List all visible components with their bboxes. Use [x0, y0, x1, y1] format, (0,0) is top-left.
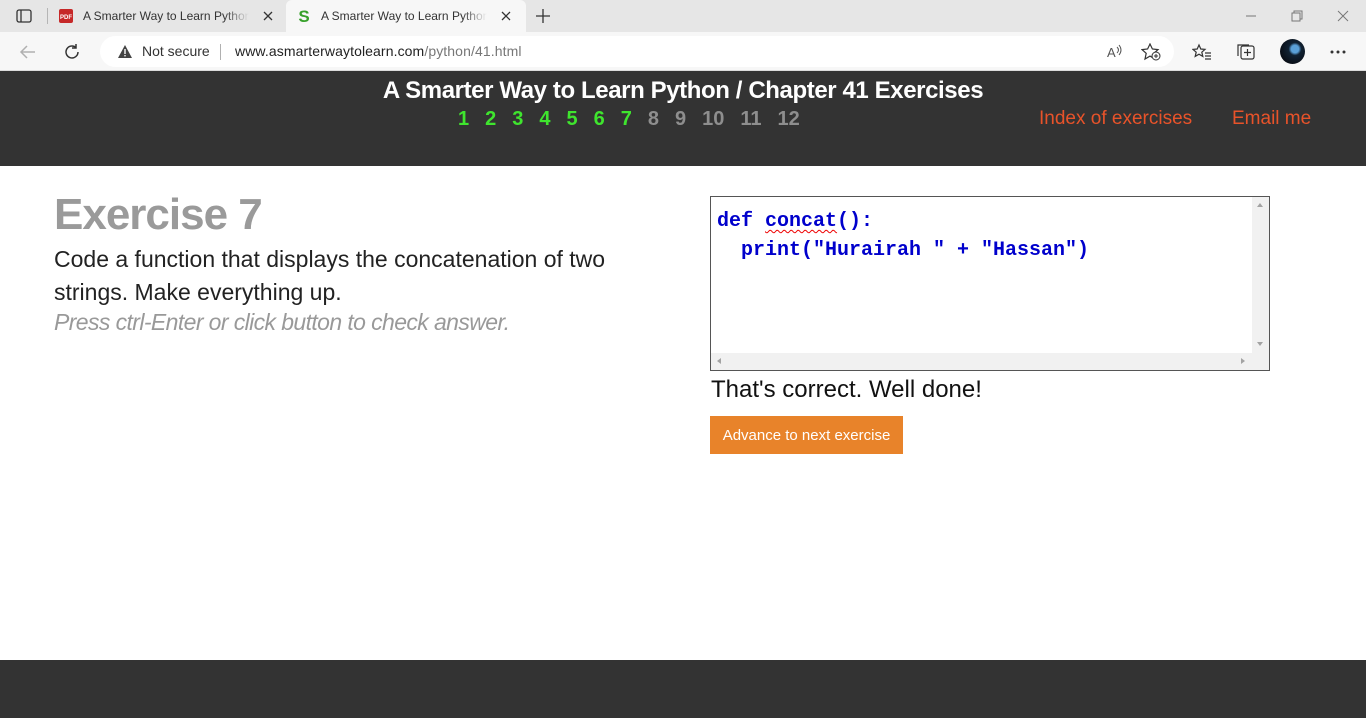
profile-avatar[interactable]	[1280, 39, 1305, 64]
exercise-link-11[interactable]: 11	[740, 108, 761, 131]
vertical-scrollbar[interactable]	[1252, 197, 1269, 354]
index-of-exercises-link[interactable]: Index of exercises	[1039, 108, 1192, 130]
exercise-link-10[interactable]: 10	[702, 108, 724, 131]
tab-separator	[47, 8, 48, 24]
exercise-link-3[interactable]: 3	[512, 108, 523, 131]
tab-actions-icon[interactable]	[10, 7, 38, 25]
result-message: That's correct. Well done!	[711, 376, 982, 403]
restore-icon[interactable]	[1274, 0, 1320, 32]
svg-text:PDF: PDF	[60, 15, 72, 21]
site-footer	[0, 660, 1366, 718]
scroll-down-icon[interactable]	[1257, 342, 1263, 346]
back-icon[interactable]	[16, 40, 40, 64]
browser-tab-bar: PDF A Smarter Way to Learn Python - S A …	[0, 0, 1366, 32]
code-text[interactable]: def concat(): print("Hurairah " + "Hassa…	[717, 207, 1089, 265]
exercise-number-nav: 1 2 3 4 5 6 7 8 9 10 11 12	[458, 108, 816, 131]
exercise-link-9[interactable]: 9	[675, 108, 686, 131]
add-favorite-icon[interactable]	[1140, 41, 1162, 63]
address-bar[interactable]: Not secure www.asmarterwaytolearn.com/py…	[100, 36, 1174, 67]
collections-icon[interactable]	[1234, 40, 1258, 64]
site-header: A Smarter Way to Learn Python / Chapter …	[0, 71, 1366, 166]
exercise-link-6[interactable]: 6	[594, 108, 605, 131]
s-logo-icon: S	[296, 8, 312, 24]
exercise-link-1[interactable]: 1	[458, 108, 469, 131]
code-signature: ():	[837, 210, 874, 233]
security-label[interactable]: Not secure	[142, 43, 210, 59]
url-text[interactable]: www.asmarterwaytolearn.com/python/41.htm…	[235, 43, 522, 59]
close-window-icon[interactable]	[1320, 0, 1366, 32]
warning-icon[interactable]	[117, 44, 133, 64]
exercise-link-8[interactable]: 8	[648, 108, 659, 131]
advance-next-exercise-button[interactable]: Advance to next exercise	[710, 416, 903, 454]
more-options-icon[interactable]	[1326, 40, 1350, 64]
horizontal-scrollbar[interactable]	[711, 353, 1269, 370]
scroll-up-icon[interactable]	[1257, 203, 1263, 207]
close-tab-icon[interactable]	[261, 9, 275, 23]
url-path: /python/41.html	[424, 43, 522, 59]
svg-text:A: A	[1107, 45, 1116, 60]
new-tab-icon[interactable]	[534, 7, 552, 25]
code-keyword: def	[717, 210, 754, 233]
exercise-link-4[interactable]: 4	[539, 108, 550, 131]
exercise-link-2[interactable]: 2	[485, 108, 496, 131]
code-line-2: print("Hurairah " + "Hassan")	[717, 239, 1090, 262]
exercise-link-7[interactable]: 7	[621, 108, 632, 131]
code-editor[interactable]: def concat(): print("Hurairah " + "Hassa…	[710, 196, 1270, 371]
refresh-icon[interactable]	[60, 40, 84, 64]
favorites-icon[interactable]	[1190, 40, 1214, 64]
url-domain: www.asmarterwaytolearn.com	[235, 43, 425, 59]
minimize-icon[interactable]	[1228, 0, 1274, 32]
browser-tab-2-active[interactable]: S A Smarter Way to Learn Python -	[286, 0, 526, 32]
close-tab-icon[interactable]	[499, 9, 513, 23]
site-title: A Smarter Way to Learn Python / Chapter …	[382, 77, 984, 104]
exercise-instructions: Code a function that displays the concat…	[54, 246, 606, 305]
exercise-link-5[interactable]: 5	[567, 108, 578, 131]
browser-tab-1[interactable]: PDF A Smarter Way to Learn Python -	[56, 0, 284, 32]
scroll-left-icon[interactable]	[717, 358, 721, 364]
exercise-link-12[interactable]: 12	[778, 108, 800, 131]
pdf-icon: PDF	[58, 8, 74, 24]
read-aloud-icon[interactable]: A	[1104, 41, 1126, 63]
tab-title: A Smarter Way to Learn Python -	[83, 9, 249, 23]
svg-text:S: S	[298, 8, 309, 24]
code-function-name: concat	[765, 210, 838, 233]
browser-toolbar: Not secure www.asmarterwaytolearn.com/py…	[0, 32, 1366, 71]
exercise-title: Exercise 7	[54, 190, 263, 239]
exercise-hint: Press ctrl-Enter or click button to chec…	[54, 309, 510, 335]
scroll-right-icon[interactable]	[1241, 358, 1245, 364]
tab-title: A Smarter Way to Learn Python -	[321, 9, 487, 23]
email-me-link[interactable]: Email me	[1232, 108, 1311, 130]
address-separator	[220, 44, 221, 60]
